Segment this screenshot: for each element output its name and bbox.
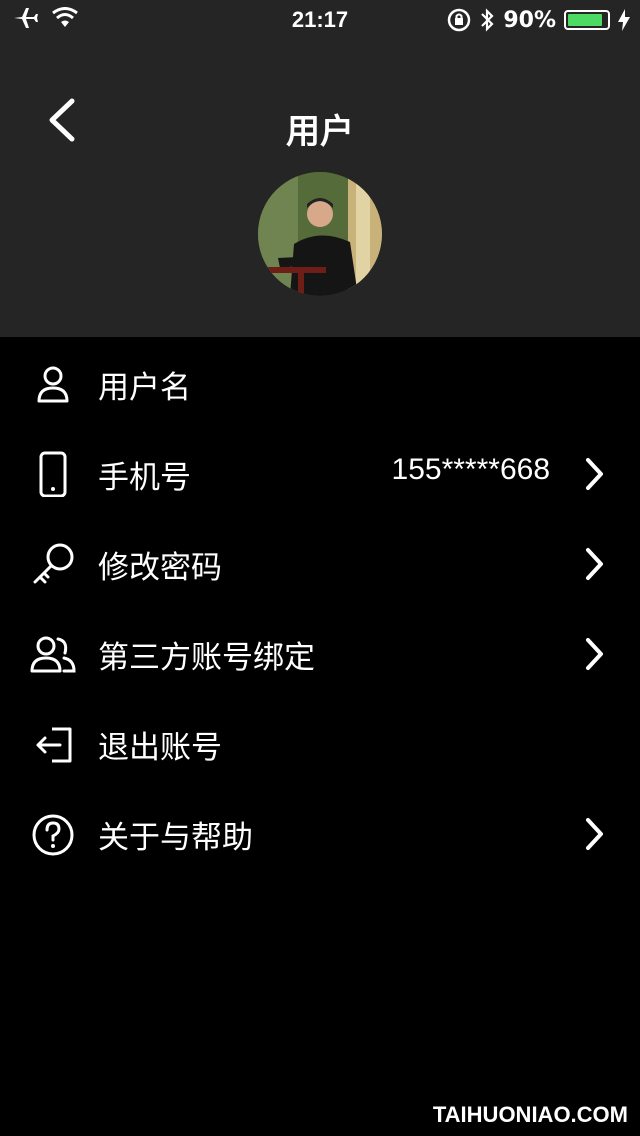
status-bar: 21:17 90%	[0, 0, 640, 40]
bluetooth-icon	[481, 8, 494, 32]
page-title: 用户	[286, 112, 354, 152]
chevron-right-icon	[586, 458, 603, 490]
users-icon	[30, 636, 76, 673]
help-icon	[32, 814, 74, 856]
menu-item-label: 关于与帮助	[98, 820, 253, 856]
charging-icon	[618, 9, 630, 31]
logout-icon	[36, 727, 72, 763]
settings-menu: 用户名 手机号 155*****668 修改密码 第三方账号绑定 退出账号 关于…	[0, 337, 640, 877]
avatar[interactable]	[258, 172, 382, 296]
battery-percent: 90%	[503, 7, 556, 33]
menu-item-username[interactable]: 用户名	[0, 337, 640, 427]
menu-item-label: 手机号	[98, 460, 191, 496]
chevron-right-icon	[586, 548, 603, 580]
status-right: 90%	[447, 7, 630, 33]
phone-icon	[39, 451, 67, 497]
avatar-photo	[258, 172, 382, 296]
menu-item-phone[interactable]: 手机号 155*****668	[0, 427, 640, 517]
battery-icon	[564, 10, 610, 30]
watermark-logo: TAIHUONIAO.COM	[432, 1102, 628, 1127]
key-icon	[33, 543, 74, 584]
profile-header: 用户	[0, 40, 640, 337]
chevron-right-icon	[586, 818, 603, 850]
menu-item-about-help[interactable]: 关于与帮助	[0, 787, 640, 877]
chevron-right-icon	[586, 638, 603, 670]
user-icon	[37, 366, 69, 403]
rotation-lock-icon	[448, 8, 471, 32]
menu-item-label: 修改密码	[98, 550, 222, 586]
battery-fill	[568, 14, 603, 26]
menu-item-label: 第三方账号绑定	[98, 640, 315, 676]
menu-item-label: 退出账号	[98, 730, 222, 766]
menu-item-third-party-binding[interactable]: 第三方账号绑定	[0, 607, 640, 697]
phone-number-value: 155*****668	[391, 453, 550, 486]
menu-item-label: 用户名	[98, 370, 191, 406]
menu-item-logout[interactable]: 退出账号	[0, 697, 640, 787]
menu-item-change-password[interactable]: 修改密码	[0, 517, 640, 607]
